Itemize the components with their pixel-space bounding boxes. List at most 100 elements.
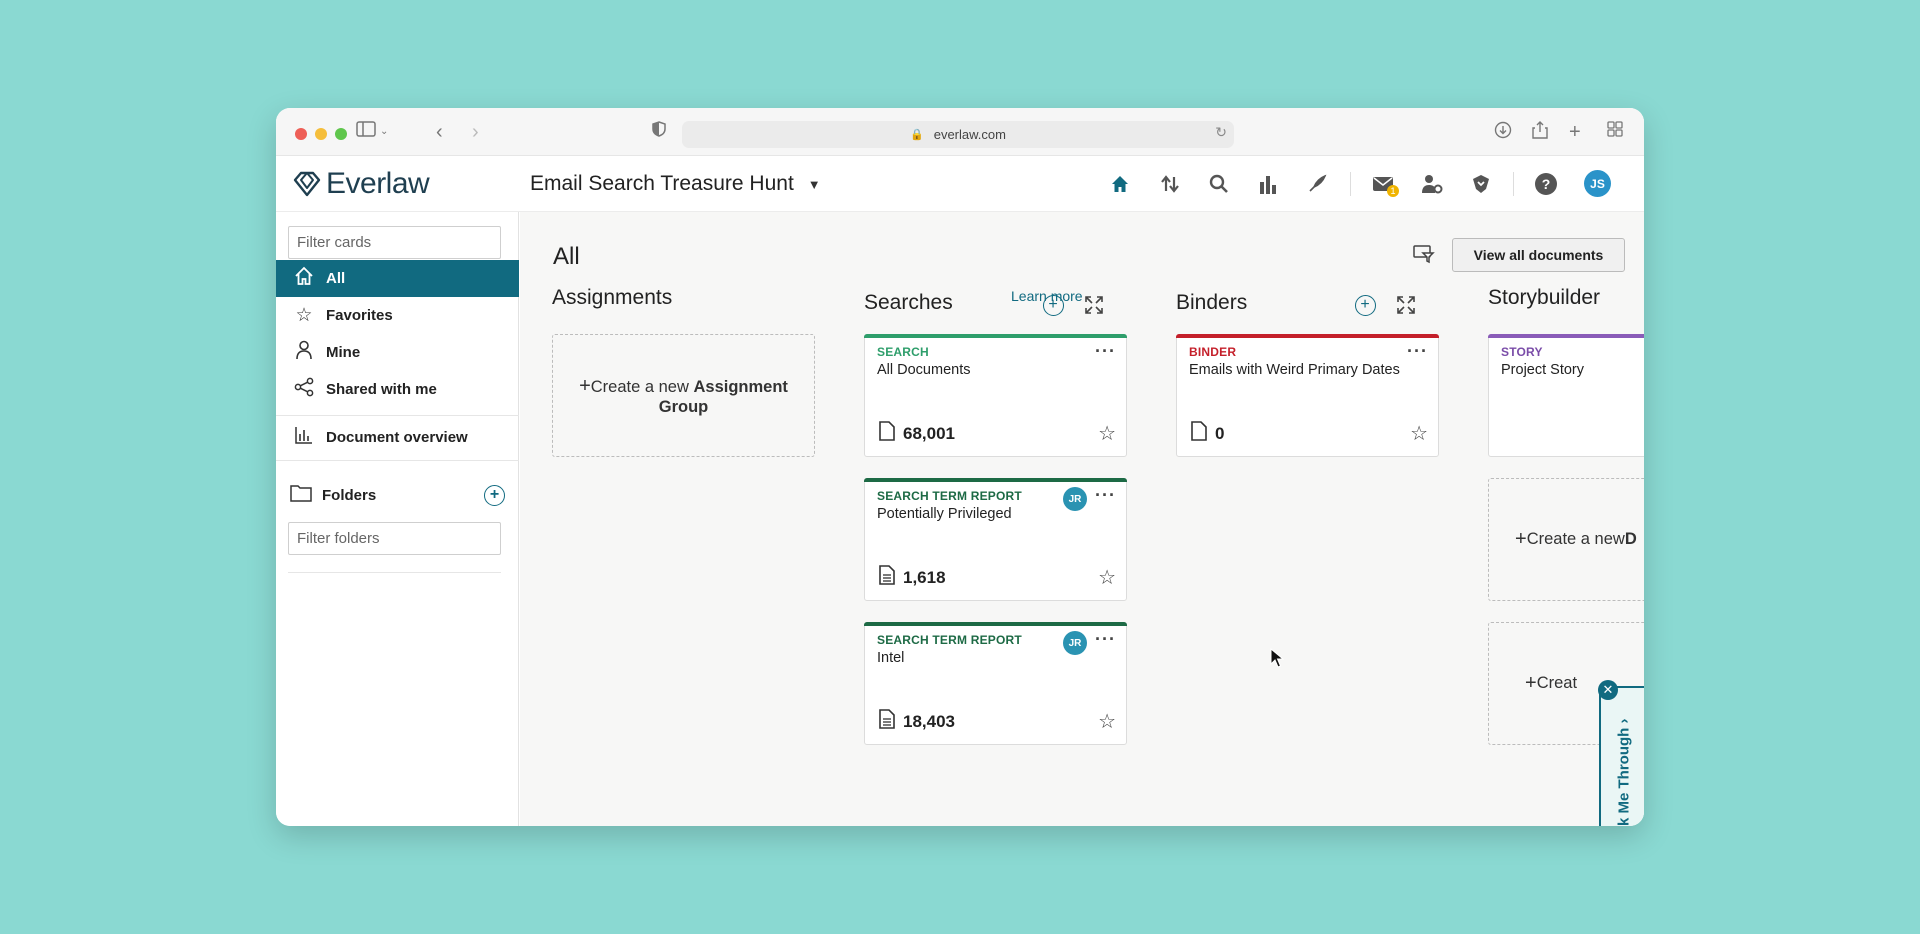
minimize-window-button[interactable] (315, 128, 327, 140)
card-title: Project Story (1501, 362, 1584, 378)
more-options-icon[interactable]: ··· (1095, 485, 1116, 506)
sidebar-item-mine[interactable]: Mine (276, 334, 519, 371)
card-title: Potentially Privileged (877, 506, 1012, 522)
card-count: 68,001 (879, 421, 955, 446)
search-icon[interactable] (1205, 170, 1233, 198)
back-arrow-icon[interactable]: ‹ (436, 121, 443, 143)
sidebar-item-all[interactable]: All (276, 260, 519, 297)
card-color-bar (864, 622, 1127, 626)
reload-icon[interactable]: ↻ (1215, 124, 1227, 141)
add-binder-button[interactable]: + (1354, 294, 1376, 316)
card-type: STORY (1501, 345, 1543, 359)
messages-badge: 1 (1387, 185, 1399, 197)
close-walkthrough-icon[interactable]: ✕ (1598, 680, 1618, 700)
binder-card[interactable]: BINDER ··· Emails with Weird Primary Dat… (1176, 334, 1439, 457)
sidebar-divider (276, 460, 519, 461)
caret-down-icon: ▼ (807, 176, 821, 192)
document-lines-icon (879, 565, 895, 590)
card-title: All Documents (877, 362, 971, 378)
expand-icon[interactable] (1083, 294, 1105, 316)
shield-icon[interactable] (652, 121, 666, 144)
search-term-report-card[interactable]: SEARCH TERM REPORT JR ··· Potentially Pr… (864, 478, 1127, 601)
sidebar-item-label: All (326, 270, 346, 287)
view-all-documents-button[interactable]: View all documents (1452, 238, 1625, 272)
document-count: 1,618 (903, 567, 946, 587)
add-search-button[interactable]: + (1042, 294, 1064, 316)
maximize-window-button[interactable] (335, 128, 347, 140)
card-title: Emails with Weird Primary Dates (1189, 362, 1400, 378)
chevron-down-icon[interactable]: ⌄ (380, 121, 388, 143)
add-folder-button[interactable]: + (484, 484, 505, 506)
share-icon (292, 377, 316, 403)
sidebar-item-label: Favorites (326, 307, 393, 324)
more-options-icon[interactable]: ··· (1095, 341, 1116, 362)
expand-icon[interactable] (1395, 294, 1417, 316)
user-settings-icon[interactable] (1418, 170, 1446, 198)
storybuilder-title: Storybuilder (1488, 286, 1601, 309)
owner-avatar: JR (1063, 631, 1087, 655)
create-label: Creat (1536, 674, 1578, 692)
sidebar-item-label: Document overview (326, 429, 468, 446)
admin-shield-icon[interactable] (1467, 170, 1495, 198)
card-type: BINDER (1189, 345, 1237, 359)
download-icon[interactable] (1494, 121, 1512, 146)
sidebar-item-document-overview[interactable]: Document overview (276, 419, 519, 456)
home-icon[interactable] (1106, 170, 1134, 198)
create-assignment-group-card[interactable]: +Create a new Assignment Group (552, 334, 815, 457)
filter-cards-input[interactable] (288, 226, 501, 259)
messages-icon[interactable]: 1 (1369, 170, 1399, 198)
folders-header: Folders + (290, 482, 505, 508)
document-lines-icon (879, 709, 895, 734)
favorite-star-icon[interactable]: ☆ (1098, 565, 1116, 590)
card-count: 0 (1191, 421, 1224, 446)
analytics-icon[interactable] (1254, 170, 1282, 198)
plus-icon: + (579, 374, 591, 397)
plus-icon: + (1515, 528, 1527, 550)
document-count: 0 (1215, 423, 1225, 443)
sidebar-item-label: Mine (326, 344, 361, 361)
card-color-bar (1488, 334, 1644, 338)
walkthrough-label[interactable]: k Me Through › (1606, 690, 1642, 827)
close-window-button[interactable] (295, 128, 307, 140)
project-selector[interactable]: Email Search Treasure Hunt ▼ (530, 172, 821, 196)
forward-arrow-icon[interactable]: › (472, 121, 479, 143)
card-count: 18,403 (879, 709, 955, 734)
create-draft-card[interactable]: + Create a new D (1488, 478, 1644, 601)
pen-icon[interactable] (1303, 170, 1331, 198)
document-count: 18,403 (903, 711, 955, 731)
everlaw-logo[interactable]: Everlaw (292, 167, 430, 201)
header-divider (1513, 172, 1514, 196)
new-tab-icon[interactable]: + (1569, 121, 1581, 143)
favorite-star-icon[interactable]: ☆ (1410, 421, 1428, 446)
favorite-star-icon[interactable]: ☆ (1098, 709, 1116, 734)
tab-overview-icon[interactable] (1607, 121, 1623, 144)
filter-icon[interactable] (1413, 244, 1435, 269)
sidebar-item-shared[interactable]: Shared with me (276, 371, 519, 408)
brand-name: Everlaw (326, 167, 430, 200)
sidebar-toggle-icon[interactable] (356, 121, 376, 144)
favorite-star-icon[interactable]: ☆ (1098, 421, 1116, 446)
sidebar-divider (276, 415, 519, 416)
search-term-report-card[interactable]: SEARCH TERM REPORT JR ··· Intel 18,403 ☆ (864, 622, 1127, 745)
plus-icon: + (1525, 672, 1537, 694)
share-icon[interactable] (1532, 121, 1548, 146)
card-color-bar (864, 478, 1127, 482)
document-count: 68,001 (903, 423, 955, 443)
filter-folders-input[interactable] (288, 522, 501, 555)
search-card[interactable]: SEARCH ··· All Documents 68,001 ☆ (864, 334, 1127, 457)
sidebar-divider (288, 572, 501, 573)
story-card[interactable]: STORY Project Story (1488, 334, 1644, 457)
create-prefix: Create a new (590, 377, 694, 396)
sort-arrows-icon[interactable] (1156, 170, 1184, 198)
more-options-icon[interactable]: ··· (1407, 341, 1428, 362)
user-avatar[interactable]: JS (1584, 170, 1611, 197)
project-title: Email Search Treasure Hunt (530, 172, 794, 195)
address-bar[interactable]: 🔒 everlaw.com ↻ (682, 121, 1234, 148)
card-type: SEARCH TERM REPORT (877, 489, 1022, 503)
more-options-icon[interactable]: ··· (1095, 629, 1116, 650)
help-icon[interactable]: ? (1532, 170, 1560, 198)
home-icon (292, 266, 316, 292)
main-content: All View all documents Assignments Learn… (520, 212, 1644, 826)
header-divider (1350, 172, 1351, 196)
sidebar-item-favorites[interactable]: ☆ Favorites (276, 297, 519, 334)
